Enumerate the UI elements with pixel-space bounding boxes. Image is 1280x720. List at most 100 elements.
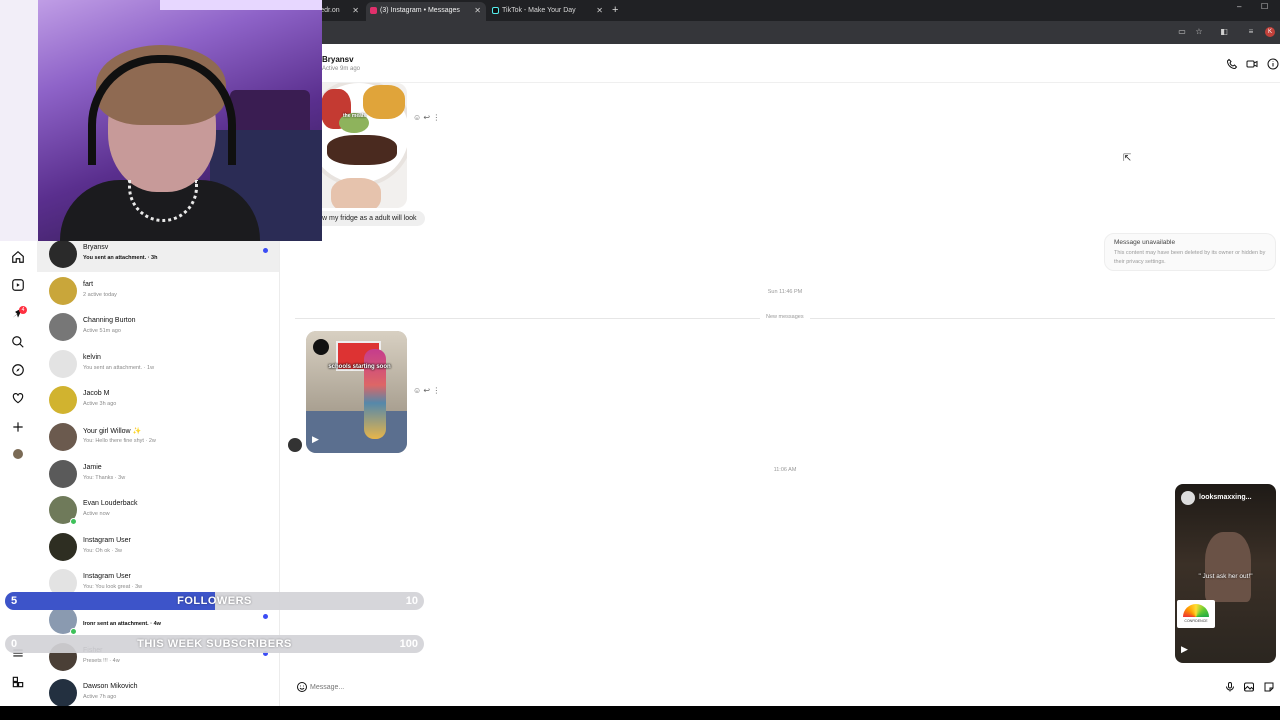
reels-icon[interactable] [11, 278, 25, 292]
confidence-gauge: CONFIDENCE [1177, 600, 1215, 628]
conversation-avatar [49, 533, 77, 561]
microphone-icon[interactable] [1224, 681, 1236, 693]
active-status: Active 9m ago [322, 66, 361, 72]
search-icon[interactable] [11, 335, 25, 349]
heart-icon[interactable] [11, 391, 25, 405]
meat-shape [327, 135, 397, 165]
sender-avatar[interactable] [288, 438, 302, 452]
conversation-name: kelvin [83, 354, 101, 361]
followers-goal-bar: FOLLOWERS 5 10 [5, 592, 424, 610]
led-light-strip [160, 0, 322, 10]
conversation-preview: You: Oh ok · 3w [83, 548, 122, 554]
profile-avatar-icon[interactable] [13, 449, 23, 459]
conversation-name: fart [83, 281, 94, 288]
notification-badge: 4 [19, 306, 27, 314]
conversation-avatar [49, 313, 77, 341]
conversation-title[interactable]: Bryansv [322, 55, 354, 64]
video-play-icon[interactable]: ▶ [1181, 644, 1193, 656]
message-actions: ☺ ↩ ⋮ [413, 386, 440, 395]
extensions-icon[interactable]: ≡ [1246, 27, 1256, 37]
close-tab-icon[interactable]: ✕ [352, 2, 359, 19]
bookmark-star-icon[interactable]: ☆ [1194, 27, 1204, 37]
emoji-react-icon[interactable]: ☺ [413, 386, 421, 395]
maximize-button[interactable]: ☐ [1261, 2, 1268, 11]
unavailable-message-card: Message unavailable This content may hav… [1104, 233, 1276, 271]
reel-author-avatar [313, 339, 329, 355]
reel-person [364, 349, 386, 439]
video-call-icon[interactable] [1246, 58, 1258, 70]
new-tab-button[interactable]: + [612, 2, 618, 18]
unread-dot [263, 248, 268, 253]
tab-tiktok[interactable]: TikTok - Make Your Day ✕ [488, 2, 608, 21]
conversation-avatar [49, 679, 77, 706]
conversation-row[interactable]: kelvin You sent an attachment. · 1w [37, 346, 279, 382]
explore-icon[interactable] [11, 363, 25, 377]
close-tab-icon[interactable]: ✕ [596, 2, 603, 19]
food-image-caption: the meals [343, 113, 367, 119]
conversation-preview: You: You look great · 3w [83, 584, 143, 590]
conversation-preview: Active 3h ago [83, 401, 117, 407]
conversation-name: Instagram User [83, 537, 131, 544]
conversation-row[interactable]: Jamie You: Thanks · 3w [37, 456, 279, 492]
phone-call-icon[interactable] [1226, 58, 1238, 70]
emoji-picker-icon[interactable] [296, 681, 308, 693]
conversation-row[interactable]: Bryansv You sent an attachment. · 3h [37, 236, 279, 272]
conversation-avatar [49, 350, 77, 378]
more-options-icon[interactable]: ⋮ [432, 113, 440, 122]
conversation-row[interactable]: Instagram User You: Oh ok · 3w [37, 529, 279, 565]
conversation-preview: You: Thanks · 3w [83, 475, 126, 481]
more-options-icon[interactable]: ⋮ [432, 386, 440, 395]
message-composer [290, 676, 1275, 698]
reply-icon[interactable]: ↩ [423, 386, 430, 395]
create-icon[interactable] [11, 420, 25, 434]
emoji-react-icon[interactable]: ☺ [413, 113, 421, 122]
reel-play-icon[interactable]: ▶ [312, 434, 324, 446]
food-image-attachment[interactable]: the meals [321, 83, 407, 208]
more-icon[interactable] [11, 675, 25, 689]
conversation-row[interactable]: fart 2 active today [37, 273, 279, 309]
sticker-icon[interactable] [1263, 681, 1275, 693]
video-author-name: looksmaxxing... [1199, 494, 1252, 501]
browser-profile-avatar[interactable]: K [1265, 27, 1275, 37]
message-input[interactable] [310, 679, 1190, 695]
unread-dot [263, 614, 268, 619]
instagram-favicon-icon [370, 7, 377, 14]
conversation-preview: Active 7h ago [83, 694, 117, 700]
screen-bottom-edge [0, 706, 1280, 720]
reel-background-floor [306, 411, 407, 453]
chat-timestamp: 11:06 AM [773, 467, 797, 473]
unavailable-title: Message unavailable [1114, 239, 1176, 246]
conversation-row[interactable]: Evan Louderback Active now [37, 492, 279, 528]
home-icon[interactable] [11, 250, 25, 264]
conversation-name: Evan Louderback [83, 500, 138, 507]
online-indicator [70, 518, 77, 525]
subscribers-goal-label: THIS WEEK SUBSCRIBERS [137, 638, 292, 650]
cast-icon[interactable]: ▭ [1177, 27, 1187, 37]
reply-icon[interactable]: ↩ [423, 113, 430, 122]
conversation-name: Bryansv [83, 244, 109, 251]
minimize-button[interactable]: – [1237, 2, 1241, 11]
video-caption: " Just ask her out!" [1198, 573, 1253, 580]
conversation-header: Bryansv Active 9m ago [280, 44, 1280, 83]
close-tab-icon[interactable]: ✕ [474, 2, 481, 19]
subscribers-goal-current: 0 [11, 638, 18, 650]
subscribers-goal-target: 100 [399, 638, 418, 650]
reel-caption: schools starting soon [328, 364, 391, 370]
conversation-preview: Ironr sent an attachment. · 4w [83, 621, 161, 627]
conversation-row[interactable]: Dawson Mikovich Active 7h ago [37, 675, 279, 706]
photo-icon[interactable] [1243, 681, 1255, 693]
sidebar-icon[interactable]: ◧ [1219, 27, 1229, 37]
received-text-message[interactable]: w my fridge as a adult will look [314, 211, 425, 226]
rice-shape [363, 85, 405, 119]
conversation-row[interactable]: Channing Burton Active 51m ago [37, 309, 279, 345]
info-icon[interactable] [1267, 58, 1279, 70]
video-person [1205, 532, 1251, 602]
tiktok-favicon-icon [492, 7, 499, 14]
floating-video-preview[interactable]: looksmaxxing... " Just ask her out!" CON… [1175, 484, 1276, 663]
shared-reel-attachment[interactable]: schools starting soon ▶ [306, 331, 407, 453]
gauge-arc [1183, 604, 1209, 617]
conversation-avatar [49, 460, 77, 488]
conversation-row[interactable]: Your girl Willow ✨ You: Hello there fine … [37, 419, 279, 455]
tab-instagram[interactable]: (3) Instagram • Messages ✕ [366, 2, 486, 21]
conversation-row[interactable]: Jacob M Active 3h ago [37, 382, 279, 418]
